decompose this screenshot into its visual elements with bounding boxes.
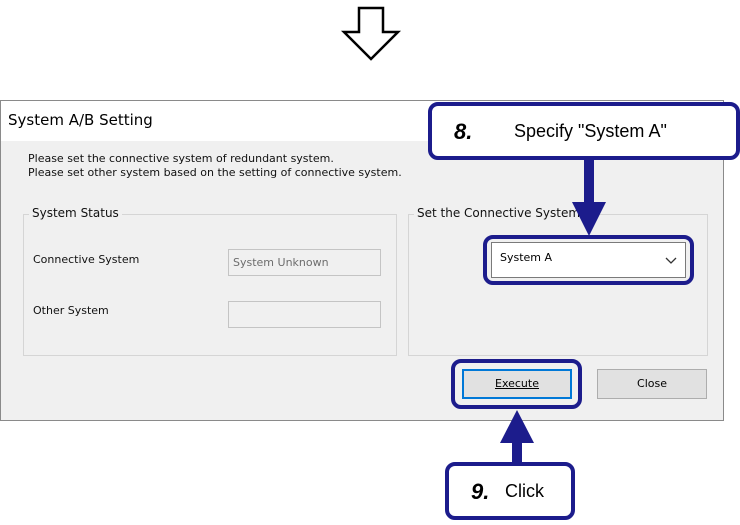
- down-arrow-outline-icon: [340, 6, 402, 61]
- step-8-callout: 8. Specify "System A": [428, 102, 740, 160]
- connective-system-label: Connective System: [33, 253, 140, 266]
- close-button[interactable]: Close: [597, 369, 707, 399]
- instruction-line-2: Please set other system based on the set…: [28, 166, 402, 179]
- arrow-up-icon: [500, 410, 534, 467]
- step-9-text: Click: [505, 481, 544, 501]
- connective-system-field: System Unknown: [228, 249, 381, 276]
- step-9-number: 9.: [471, 479, 490, 504]
- step-8-text: Specify "System A": [514, 121, 667, 141]
- step-9-callout: 9. Click: [445, 462, 575, 520]
- instruction-line-1: Please set the connective system of redu…: [28, 152, 334, 165]
- arrow-down-icon: [572, 158, 606, 236]
- close-button-label: Close: [637, 377, 667, 390]
- dialog-title: System A/B Setting: [8, 111, 153, 129]
- execute-highlight-frame: [451, 359, 582, 409]
- other-system-field: [228, 301, 381, 328]
- system-status-group: [23, 214, 397, 356]
- step-8-number: 8.: [454, 119, 473, 144]
- system-status-legend: System Status: [29, 206, 122, 220]
- other-system-label: Other System: [33, 304, 109, 317]
- select-highlight-frame: [483, 235, 694, 285]
- connective-system-legend: Set the Connective System: [414, 206, 584, 220]
